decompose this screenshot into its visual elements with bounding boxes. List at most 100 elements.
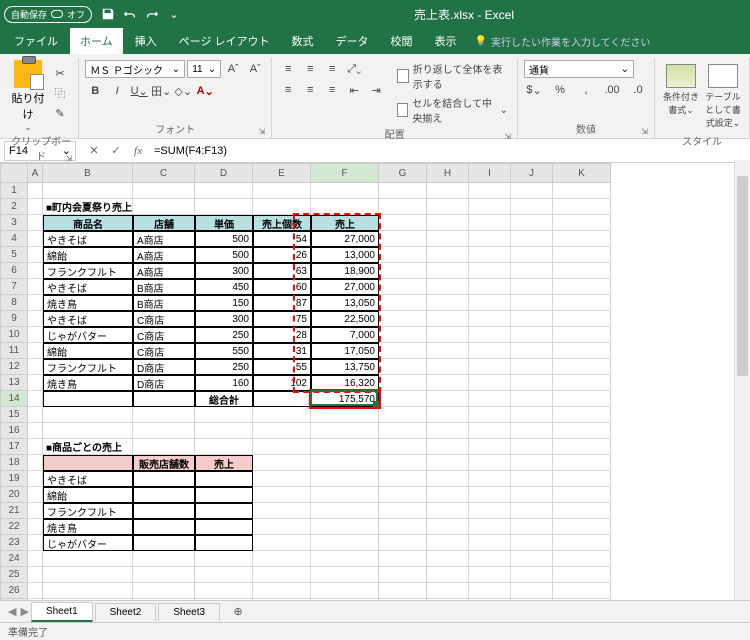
- cell[interactable]: [427, 487, 469, 503]
- cell[interactable]: [469, 231, 511, 247]
- cell[interactable]: [253, 487, 311, 503]
- cell[interactable]: [427, 279, 469, 295]
- row-header-18[interactable]: 18: [0, 455, 28, 471]
- column-header-B[interactable]: B: [43, 163, 133, 183]
- cell[interactable]: [511, 407, 553, 423]
- row-header-8[interactable]: 8: [0, 295, 28, 311]
- cell[interactable]: [553, 535, 611, 551]
- insert-function-button[interactable]: fx: [128, 141, 148, 161]
- cell[interactable]: 売上: [311, 215, 379, 231]
- cell[interactable]: [511, 391, 553, 407]
- cell[interactable]: [553, 455, 611, 471]
- cell[interactable]: [511, 439, 553, 455]
- cell[interactable]: [427, 295, 469, 311]
- cell[interactable]: 27,000: [311, 231, 379, 247]
- cell[interactable]: [28, 183, 43, 199]
- cell[interactable]: [553, 471, 611, 487]
- row-header-4[interactable]: 4: [0, 231, 28, 247]
- cell[interactable]: 店舗: [133, 215, 195, 231]
- cell[interactable]: A商店: [133, 263, 195, 279]
- bold-button[interactable]: B: [85, 82, 105, 100]
- cell[interactable]: [28, 215, 43, 231]
- row-header-9[interactable]: 9: [0, 311, 28, 327]
- next-sheet-icon[interactable]: ▶: [20, 605, 28, 618]
- cell[interactable]: [469, 503, 511, 519]
- cell[interactable]: [469, 423, 511, 439]
- cell[interactable]: [553, 583, 611, 599]
- cell[interactable]: [469, 215, 511, 231]
- cell[interactable]: [195, 519, 253, 535]
- cell[interactable]: [311, 583, 379, 599]
- cell[interactable]: 売上個数: [253, 215, 311, 231]
- cell[interactable]: [553, 279, 611, 295]
- cell[interactable]: [379, 471, 427, 487]
- cell[interactable]: [553, 439, 611, 455]
- cell[interactable]: [28, 327, 43, 343]
- cell[interactable]: [253, 391, 311, 407]
- cell[interactable]: [28, 439, 43, 455]
- cell[interactable]: [511, 423, 553, 439]
- cell[interactable]: 総合計: [195, 391, 253, 407]
- cell[interactable]: [427, 455, 469, 471]
- cell[interactable]: 28: [253, 327, 311, 343]
- cell[interactable]: [28, 375, 43, 391]
- cell[interactable]: [133, 391, 195, 407]
- tab-page-layout[interactable]: ページ レイアウト: [169, 28, 280, 54]
- cell[interactable]: 55: [253, 359, 311, 375]
- cell[interactable]: [195, 487, 253, 503]
- cell[interactable]: [553, 183, 611, 199]
- cell[interactable]: [469, 455, 511, 471]
- cell[interactable]: 綿飴: [43, 343, 133, 359]
- cell[interactable]: [427, 503, 469, 519]
- cell[interactable]: [469, 439, 511, 455]
- italic-button[interactable]: I: [107, 82, 127, 100]
- cell[interactable]: [28, 503, 43, 519]
- cell[interactable]: [43, 551, 133, 567]
- align-right-button[interactable]: ≡: [322, 81, 342, 99]
- row-header-10[interactable]: 10: [0, 327, 28, 343]
- cell[interactable]: [469, 535, 511, 551]
- cell[interactable]: A商店: [133, 231, 195, 247]
- cell[interactable]: 54: [253, 231, 311, 247]
- increase-indent-button[interactable]: ⇥: [366, 81, 386, 99]
- font-name-combo[interactable]: ＭＳ Ｐゴシック⌄: [85, 60, 185, 78]
- cell[interactable]: [28, 279, 43, 295]
- row-header-12[interactable]: 12: [0, 359, 28, 375]
- cell[interactable]: [28, 567, 43, 583]
- column-header-C[interactable]: C: [133, 163, 195, 183]
- cell[interactable]: [553, 311, 611, 327]
- font-color-button[interactable]: A⌄: [195, 82, 215, 100]
- cell[interactable]: [379, 311, 427, 327]
- cell[interactable]: [553, 407, 611, 423]
- cell[interactable]: 175,570: [311, 391, 379, 407]
- cell[interactable]: [469, 279, 511, 295]
- cell[interactable]: [511, 263, 553, 279]
- cell[interactable]: 7,000: [311, 327, 379, 343]
- cell[interactable]: C商店: [133, 311, 195, 327]
- cell[interactable]: [511, 343, 553, 359]
- cell[interactable]: [553, 199, 611, 215]
- cell[interactable]: [427, 391, 469, 407]
- cell[interactable]: [511, 359, 553, 375]
- format-as-table-button[interactable]: テーブルとして書式設定⌄: [705, 64, 741, 129]
- cell[interactable]: [28, 423, 43, 439]
- cell[interactable]: [553, 295, 611, 311]
- cell[interactable]: [311, 535, 379, 551]
- cell[interactable]: [469, 263, 511, 279]
- cell[interactable]: [511, 503, 553, 519]
- cell[interactable]: [553, 519, 611, 535]
- cell[interactable]: やきそば: [43, 231, 133, 247]
- format-painter-button[interactable]: ✎: [50, 104, 70, 122]
- cell[interactable]: 150: [195, 295, 253, 311]
- dialog-launcher-icon[interactable]: ⇲: [65, 154, 72, 163]
- cell[interactable]: [427, 311, 469, 327]
- cell[interactable]: [43, 423, 133, 439]
- cell[interactable]: [379, 327, 427, 343]
- cell[interactable]: ■商品ごとの売上: [43, 439, 133, 455]
- decrease-decimal-button[interactable]: .0: [628, 81, 648, 99]
- cell[interactable]: [311, 471, 379, 487]
- cell[interactable]: [195, 183, 253, 199]
- cell[interactable]: [511, 471, 553, 487]
- cell[interactable]: [253, 535, 311, 551]
- cell[interactable]: [133, 487, 195, 503]
